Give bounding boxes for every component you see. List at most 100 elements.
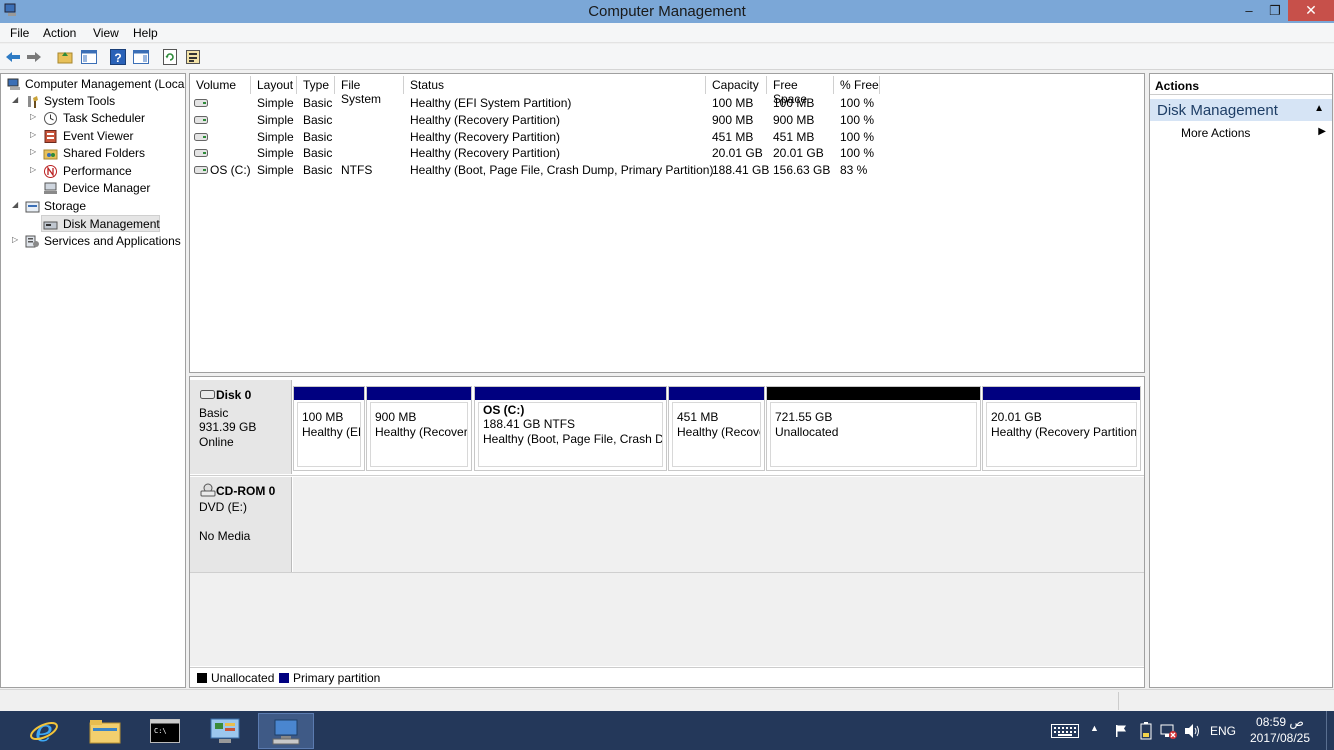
speaker-icon (1185, 724, 1199, 738)
close-button[interactable]: ✕ (1288, 0, 1334, 21)
disk-graphical-view: Disk 0 Basic 931.39 GB Online 100 MB Hea… (189, 376, 1145, 688)
tree-label: Shared Folders (63, 146, 146, 160)
tree-item-system-tools[interactable]: ◢ System Tools (1, 93, 185, 110)
refresh-icon[interactable] (161, 48, 179, 66)
cdrom-0-info[interactable]: CD-ROM 0 DVD (E:) No Media (190, 477, 292, 572)
column-header-layout[interactable]: Layout (251, 76, 297, 94)
cell-free-space: 20.01 GB (773, 146, 824, 160)
partition-type-bar (367, 387, 471, 400)
svg-text:C:\: C:\ (154, 727, 167, 735)
expand-arrow-icon[interactable]: ▷ (30, 112, 40, 121)
volume-list: Volume Layout Type File System Status Ca… (189, 73, 1145, 373)
device-manager-icon (44, 182, 57, 194)
partition-status: Healthy (Boot, Page File, Crash Dur (483, 432, 663, 446)
tree-item-computer-management[interactable]: Computer Management (Local (1, 76, 185, 93)
tree-item-shared-folders[interactable]: ▷ Shared Folders (1, 145, 185, 162)
show-hidden-icons-icon[interactable]: ▲ (1090, 711, 1102, 750)
column-header-free-space[interactable]: Free Space (767, 76, 834, 106)
cell-type: Basic (303, 146, 333, 160)
column-header-file-system[interactable]: File System (335, 76, 404, 106)
show-desktop-button[interactable] (1326, 711, 1334, 750)
volume-icon[interactable] (1184, 711, 1202, 750)
tree-item-disk-management[interactable]: Disk Management (41, 215, 160, 232)
cell-layout: Simple (257, 146, 294, 160)
collapse-arrow-icon[interactable]: ◢ (12, 200, 22, 209)
partition-recovery-3[interactable]: 20.01 GB Healthy (Recovery Partition) (982, 386, 1141, 471)
network-icon[interactable] (1160, 711, 1178, 750)
tree-item-task-scheduler[interactable]: ▷ Task Scheduler (1, 110, 185, 127)
disk-0-info[interactable]: Disk 0 Basic 931.39 GB Online (190, 380, 292, 474)
menu-bar: File Action View Help (0, 23, 1334, 43)
volume-row[interactable]: Simple Basic Healthy (Recovery Partition… (190, 145, 1140, 162)
column-header-capacity[interactable]: Capacity (706, 76, 767, 94)
expand-arrow-icon[interactable]: ▷ (12, 235, 22, 244)
system-tools-icon (28, 96, 38, 108)
expand-arrow-icon[interactable]: ▷ (30, 130, 40, 139)
tree-item-event-viewer[interactable]: ▷ Event Viewer (1, 128, 185, 145)
cell-status: Healthy (EFI System Partition) (410, 96, 572, 110)
tree-item-device-manager[interactable]: Device Manager (1, 180, 185, 197)
title-bar[interactable]: Computer Management – ❐ ✕ (0, 0, 1334, 23)
partition-size: 900 MB (375, 410, 417, 424)
action-center-icon[interactable] (1113, 711, 1129, 750)
internet-explorer-button[interactable]: e (16, 713, 72, 749)
partition-os-c[interactable]: OS (C:) 188.41 GB NTFS Healthy (Boot, Pa… (474, 386, 667, 471)
properties-icon[interactable] (184, 48, 202, 66)
collapse-caret-icon[interactable]: ▲ (1314, 103, 1324, 114)
clock[interactable]: 08:59 ص 2017/08/25 (1248, 711, 1312, 750)
expand-arrow-icon[interactable]: ▷ (30, 147, 40, 156)
menu-file[interactable]: File (10, 26, 29, 40)
menu-help[interactable]: Help (133, 26, 158, 40)
tree-item-services-and-applications[interactable]: ▷ Services and Applications (1, 233, 185, 250)
partition-status: Healthy (Recove (677, 425, 761, 439)
partition-recovery-1[interactable]: 900 MB Healthy (Recovery (366, 386, 472, 471)
cell-percent-free: 100 % (840, 96, 875, 110)
performance-icon (44, 165, 57, 178)
menu-action[interactable]: Action (43, 26, 76, 40)
column-header-status[interactable]: Status (404, 76, 706, 94)
collapse-arrow-icon[interactable]: ◢ (12, 95, 22, 104)
show-hide-console-tree-icon[interactable] (80, 48, 98, 66)
cell-capacity: 900 MB (712, 113, 754, 127)
expand-arrow-icon[interactable]: ▷ (30, 165, 40, 174)
minimize-button[interactable]: – (1236, 0, 1262, 21)
tree-item-storage[interactable]: ◢ Storage (1, 198, 185, 215)
partition-recovery-2[interactable]: 451 MB Healthy (Recove (668, 386, 765, 471)
computer-management-icon (272, 719, 300, 745)
column-header-percent-free[interactable]: % Free (834, 76, 880, 94)
volume-row[interactable]: Simple Basic Healthy (EFI System Partiti… (190, 95, 1140, 112)
toolbar: ? (0, 44, 1334, 70)
partition-size: 188.41 GB NTFS (483, 417, 576, 431)
menu-view[interactable]: View (93, 26, 119, 40)
show-hide-action-pane-icon[interactable] (132, 48, 150, 66)
help-icon[interactable]: ? (109, 48, 127, 66)
partition-body: 100 MB Healthy (EFI (297, 402, 361, 467)
control-panel-button[interactable] (197, 713, 253, 749)
column-header-volume[interactable]: Volume (190, 76, 251, 94)
file-explorer-button[interactable] (77, 713, 133, 749)
volume-row[interactable]: Simple Basic Healthy (Recovery Partition… (190, 112, 1140, 129)
back-arrow-icon[interactable] (4, 48, 22, 66)
partition-efi[interactable]: 100 MB Healthy (EFI (293, 386, 365, 471)
input-language-indicator[interactable]: ENG (1210, 711, 1240, 750)
battery-icon[interactable] (1138, 711, 1154, 750)
command-prompt-button[interactable]: C:\ (137, 713, 193, 749)
volume-row[interactable]: OS (C:) Simple Basic NTFS Healthy (Boot,… (190, 162, 1140, 179)
disk-drive-icon (200, 390, 215, 399)
tree-item-performance[interactable]: ▷ Performance (1, 163, 185, 180)
column-header-type[interactable]: Type (297, 76, 335, 94)
partition-unallocated[interactable]: 721.55 GB Unallocated (766, 386, 981, 471)
up-folder-icon[interactable] (56, 48, 74, 66)
volume-row[interactable]: Simple Basic Healthy (Recovery Partition… (190, 129, 1140, 146)
cell-layout: Simple (257, 96, 294, 110)
computer-management-taskbar-button[interactable] (258, 713, 314, 749)
maximize-button[interactable]: ❐ (1262, 0, 1288, 21)
more-actions-item[interactable]: More Actions ▶ (1150, 125, 1332, 143)
keyboard-tray[interactable] (1050, 711, 1080, 750)
forward-arrow-icon[interactable] (25, 48, 43, 66)
cell-layout: Simple (257, 113, 294, 127)
legend-primary-swatch (279, 673, 289, 683)
cdrom-drive-icon (200, 483, 216, 497)
cell-status: Healthy (Recovery Partition) (410, 130, 561, 144)
actions-section-disk-management[interactable]: Disk Management ▲ (1150, 99, 1332, 121)
